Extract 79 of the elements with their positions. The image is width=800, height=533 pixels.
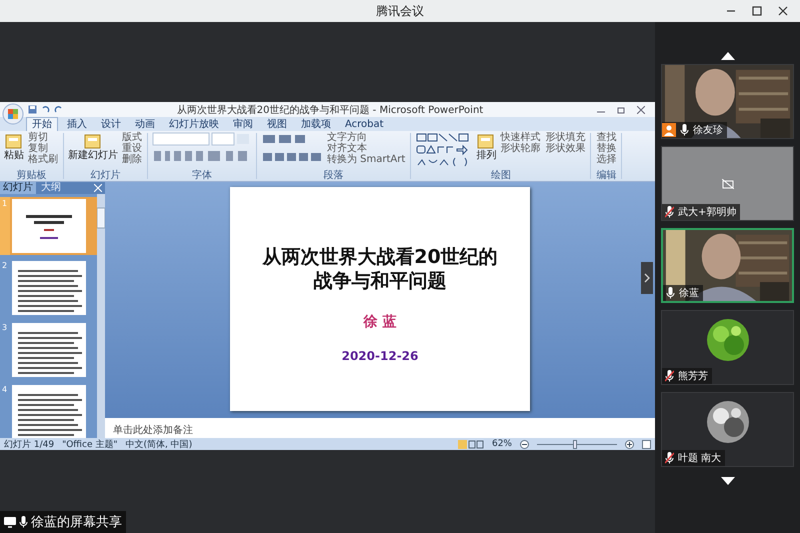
group-label: 幻灯片 <box>90 170 122 181</box>
notes-field[interactable]: 单击此处添加备注 <box>105 416 655 438</box>
chevron-right-icon <box>644 273 650 283</box>
ribbon-tab[interactable]: 幻灯片放映 <box>164 118 224 131</box>
ribbon-tab[interactable]: 设计 <box>96 118 126 131</box>
view-buttons-icon[interactable] <box>458 440 484 448</box>
participant-tile[interactable]: 武大+郭明帅 <box>661 146 794 221</box>
ribbon-tab[interactable]: 加载项 <box>296 118 336 131</box>
ribbon-button[interactable]: 转换为 SmartArt <box>326 154 406 165</box>
ribbon-tab[interactable]: 开始 <box>26 117 58 131</box>
screen-share-label: 徐蓝的屏幕共享 <box>0 511 126 533</box>
name-tag: 武大+郭明帅 <box>662 204 740 220</box>
ribbon-button-icon <box>4 132 24 150</box>
save-icon[interactable] <box>28 105 37 114</box>
undo-icon[interactable] <box>41 105 50 114</box>
scrollbar-drawing[interactable] <box>97 194 105 438</box>
ribbon-tab[interactable]: 审阅 <box>228 118 258 131</box>
ribbon-tab[interactable]: Acrobat <box>340 118 389 131</box>
restore-icon[interactable] <box>617 106 625 114</box>
ribbon-button[interactable]: 排列 <box>476 132 496 161</box>
name-tag: 徐蓝 <box>663 285 703 301</box>
screen-share-icon <box>4 516 16 528</box>
ribbon-button[interactable]: 形状效果 <box>544 143 586 154</box>
name-tag: 徐友珍 <box>662 122 727 138</box>
ribbon-button[interactable]: 形状填充 <box>544 132 586 143</box>
collapse-panel-button[interactable] <box>641 262 653 294</box>
scroll-up-icon[interactable] <box>720 52 734 60</box>
close-icon[interactable] <box>778 6 788 16</box>
ribbon-button[interactable]: 文字方向 <box>326 132 406 143</box>
window-title: 腾讯会议 <box>376 2 424 20</box>
participant-tile[interactable]: 叶题 南大 <box>661 392 794 467</box>
ribbon-tab[interactable]: 动画 <box>130 118 160 131</box>
ribbon-button[interactable]: 剪切 <box>27 132 59 143</box>
ribbon-button[interactable]: 版式 <box>121 132 143 143</box>
group-label: 编辑 <box>595 170 618 181</box>
ribbon-button[interactable]: 查找 <box>595 132 618 143</box>
microphone-icon <box>19 516 28 528</box>
ribbon-button-icon <box>83 132 103 150</box>
ribbon-button[interactable]: 替换 <box>595 143 618 154</box>
ribbon-button[interactable]: 选择 <box>595 154 618 165</box>
ribbon-button[interactable]: 对齐文本 <box>326 143 406 154</box>
redo-icon[interactable] <box>54 105 63 114</box>
fit-window-icon[interactable] <box>642 440 651 448</box>
status-text: "Office 主题" <box>62 438 118 450</box>
ribbon-button[interactable]: 快速样式 <box>499 132 542 143</box>
ribbon-button[interactable]: 形状轮廓 <box>499 143 542 154</box>
participant-tile[interactable]: 徐友珍 <box>661 64 794 139</box>
scroll-down-icon[interactable] <box>720 477 734 485</box>
ribbon-button[interactable]: 粘贴 <box>4 132 24 161</box>
ribbon-button[interactable]: 删除 <box>121 154 143 165</box>
ribbon-button[interactable]: 格式刷 <box>27 154 59 165</box>
slide-author: 徐 蓝 <box>364 313 396 331</box>
status-text: 幻灯片 1/49 <box>4 438 54 450</box>
ribbon-tab[interactable]: 视图 <box>262 118 292 131</box>
panel-tab[interactable]: 幻灯片 <box>0 182 36 194</box>
close-icon[interactable] <box>637 106 645 114</box>
zoom-reading: 62% <box>492 439 512 449</box>
group-label: 剪贴板 <box>16 170 48 181</box>
participant-tile[interactable]: 熊芳芳 <box>661 310 794 385</box>
zoom-in-icon[interactable] <box>625 440 634 448</box>
status-text: 中文(简体, 中国) <box>126 438 192 450</box>
ribbon-tab[interactable]: 插入 <box>62 118 92 131</box>
ribbon-button[interactable]: 重设 <box>121 143 143 154</box>
ribbon-button[interactable]: 复制 <box>27 143 59 154</box>
ribbon-button-icon <box>476 132 496 150</box>
zoom-out-icon[interactable] <box>520 440 529 448</box>
document-title: 从两次世界大战看20世纪的战争与和平问题 - Microsoft PowerPoint <box>176 104 484 116</box>
group-label: 绘图 <box>490 170 512 181</box>
group-label: 字体 <box>191 170 213 181</box>
maximize-icon[interactable] <box>752 6 762 16</box>
slide-title: 从两次世界大战看20世纪的 战争与和平问题 <box>262 245 498 293</box>
slide-date: 2020-12-26 <box>342 349 418 363</box>
name-tag: 熊芳芳 <box>662 368 712 384</box>
ribbon-button[interactable]: 新建幻灯片 <box>68 132 118 161</box>
group-label: 段落 <box>322 170 345 181</box>
camera-off-icon <box>722 178 734 188</box>
participant-tile[interactable]: 徐蓝 <box>661 228 794 303</box>
zoom-slider[interactable] <box>573 440 577 448</box>
name-tag: 叶题 南大 <box>662 450 726 466</box>
